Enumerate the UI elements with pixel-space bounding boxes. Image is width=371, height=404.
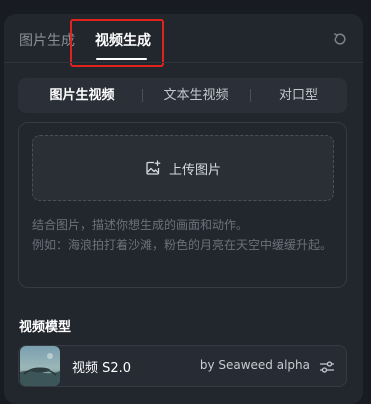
highlight-annotation-box	[70, 19, 164, 67]
prompt-placeholder-line: 结合图片，描述你想生成的画面和动作。	[32, 218, 249, 232]
settings-sliders-icon[interactable]	[319, 359, 335, 375]
reset-icon[interactable]	[332, 31, 348, 47]
tab-image-generation[interactable]: 图片生成	[19, 30, 75, 50]
video-model-selector[interactable]: 视频 S2.0 by Seaweed alpha	[18, 345, 347, 387]
mode-image-to-video[interactable]: 图片生视频	[22, 78, 142, 113]
prompt-input[interactable]: 结合图片，描述你想生成的画面和动作。 例如：海浪拍打着沙滩，粉色的月亮在天空中缓…	[32, 215, 338, 255]
upload-image-dropzone[interactable]: 上传图片	[32, 135, 334, 201]
top-tabs: 图片生成 视频生成	[4, 14, 363, 67]
generation-mode-selector: 图片生视频 文本生视频 对口型	[18, 78, 347, 113]
model-provider: by Seaweed alpha	[199, 358, 310, 372]
header-divider	[4, 62, 363, 63]
image-add-icon	[146, 160, 161, 175]
mode-lip-sync[interactable]: 对口型	[250, 78, 347, 113]
mode-text-to-video[interactable]: 文本生视频	[142, 78, 250, 113]
upload-image-label: 上传图片	[168, 162, 221, 178]
video-generation-panel: 图片生成 视频生成 图片生视频 文本生视频 对口型 上传图片 结合图片，描述你想…	[4, 14, 363, 404]
prompt-placeholder-line: 例如：海浪拍打着沙滩，粉色的月亮在天空中缓缓升起。	[32, 238, 333, 252]
video-model-section-title: 视频模型	[19, 320, 72, 335]
model-thumbnail	[20, 346, 60, 386]
model-name: 视频 S2.0	[72, 361, 132, 376]
input-card: 上传图片 结合图片，描述你想生成的画面和动作。 例如：海浪拍打着沙滩，粉色的月亮…	[18, 122, 347, 288]
